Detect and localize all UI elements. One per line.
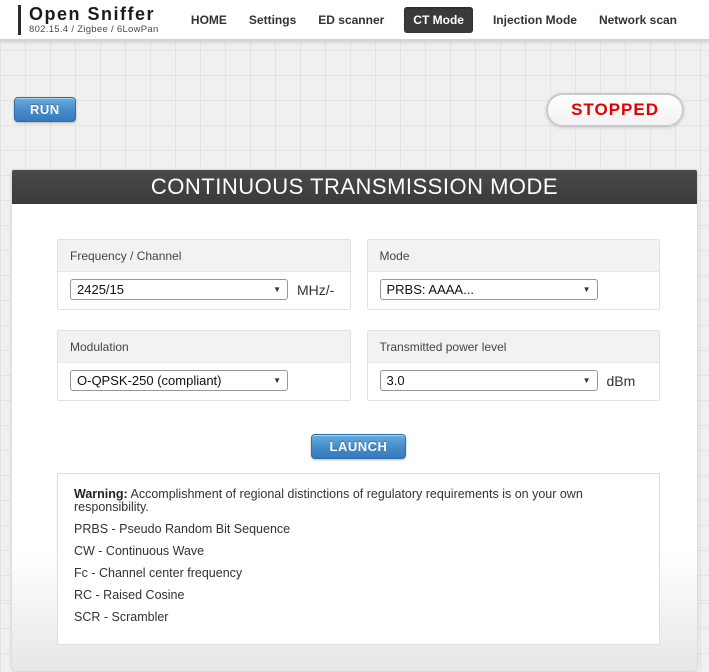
field-modulation: Modulation O-QPSK-250 (compliant) ▼	[57, 330, 351, 401]
chevron-down-icon: ▼	[582, 376, 591, 385]
abbreviation-scr: SCR - Scrambler	[74, 610, 169, 624]
abbreviation-prbs: PRBS - Pseudo Random Bit Sequence	[74, 522, 291, 536]
warning-box: Warning: Accomplishment of regional dist…	[57, 473, 660, 645]
power-level-label: Transmitted power level	[367, 331, 659, 363]
field-mode: Mode PRBS: AAAA... ▼	[366, 239, 660, 310]
field-row-1: Frequency / Channel 2425/15 ▼ MHz/- Mode…	[57, 239, 660, 310]
ct-mode-panel: CONTINUOUS TRANSMISSION MODE Frequency /…	[11, 169, 698, 672]
power-level-select[interactable]: 3.0 ▼	[379, 370, 598, 391]
logo-subtitle: 802.15.4 / Zigbee / 6LowPan	[29, 23, 159, 35]
launch-row: LAUNCH	[57, 434, 660, 459]
power-level-value: 3.0	[386, 373, 405, 388]
frequency-unit-label: MHz/-	[297, 281, 335, 298]
chevron-down-icon: ▼	[273, 376, 281, 385]
warning-text: Warning: Accomplishment of regional dist…	[74, 487, 583, 514]
abbreviation-fc: Fc - Channel center frequency	[74, 566, 243, 580]
logo-title: Open Sniffer	[29, 3, 156, 24]
mode-value: PRBS: AAAA...	[386, 282, 474, 297]
chevron-down-icon: ▼	[582, 285, 591, 294]
warning-label: Warning:	[74, 487, 128, 501]
modulation-label: Modulation	[58, 331, 350, 363]
field-power-level: Transmitted power level 3.0 ▼ dBm	[366, 330, 660, 401]
field-row-2: Modulation O-QPSK-250 (compliant) ▼ Tran…	[57, 330, 660, 401]
chevron-down-icon: ▼	[273, 285, 281, 294]
field-frequency-channel: Frequency / Channel 2425/15 ▼ MHz/-	[57, 239, 351, 310]
power-unit-label: dBm	[606, 372, 636, 389]
nav-item-network-scan[interactable]: Network scan	[597, 7, 679, 33]
mode-label: Mode	[367, 240, 659, 272]
abbreviation-cw: CW - Continuous Wave	[74, 544, 205, 558]
frequency-channel-select[interactable]: 2425/15 ▼	[70, 279, 288, 300]
nav-item-home[interactable]: HOME	[189, 7, 229, 33]
toolbar-row: RUN STOPPED	[0, 41, 709, 146]
main-nav: HOME Settings ED scanner CT Mode Injecti…	[189, 6, 679, 33]
nav-item-ct-mode[interactable]: CT Mode	[404, 6, 473, 33]
run-button[interactable]: RUN	[14, 97, 76, 122]
nav-item-settings[interactable]: Settings	[247, 7, 298, 33]
nav-item-ed-scanner[interactable]: ED scanner	[316, 7, 386, 33]
abbreviation-rc: RC - Raised Cosine	[74, 588, 185, 602]
mode-select[interactable]: PRBS: AAAA... ▼	[379, 279, 598, 300]
status-badge: STOPPED	[546, 92, 684, 127]
modulation-select[interactable]: O-QPSK-250 (compliant) ▼	[70, 370, 288, 391]
nav-item-injection-mode[interactable]: Injection Mode	[491, 7, 579, 33]
open-sniffer-logo: Open Sniffer 802.15.4 / Zigbee / 6LowPan	[18, 3, 159, 35]
logo-bar	[18, 4, 21, 35]
launch-button[interactable]: LAUNCH	[310, 434, 407, 459]
header: Open Sniffer 802.15.4 / Zigbee / 6LowPan…	[0, 0, 709, 41]
modulation-value: O-QPSK-250 (compliant)	[77, 373, 222, 388]
frequency-channel-value: 2425/15	[77, 282, 124, 297]
frequency-channel-label: Frequency / Channel	[58, 240, 350, 272]
page-title: CONTINUOUS TRANSMISSION MODE	[12, 170, 697, 204]
